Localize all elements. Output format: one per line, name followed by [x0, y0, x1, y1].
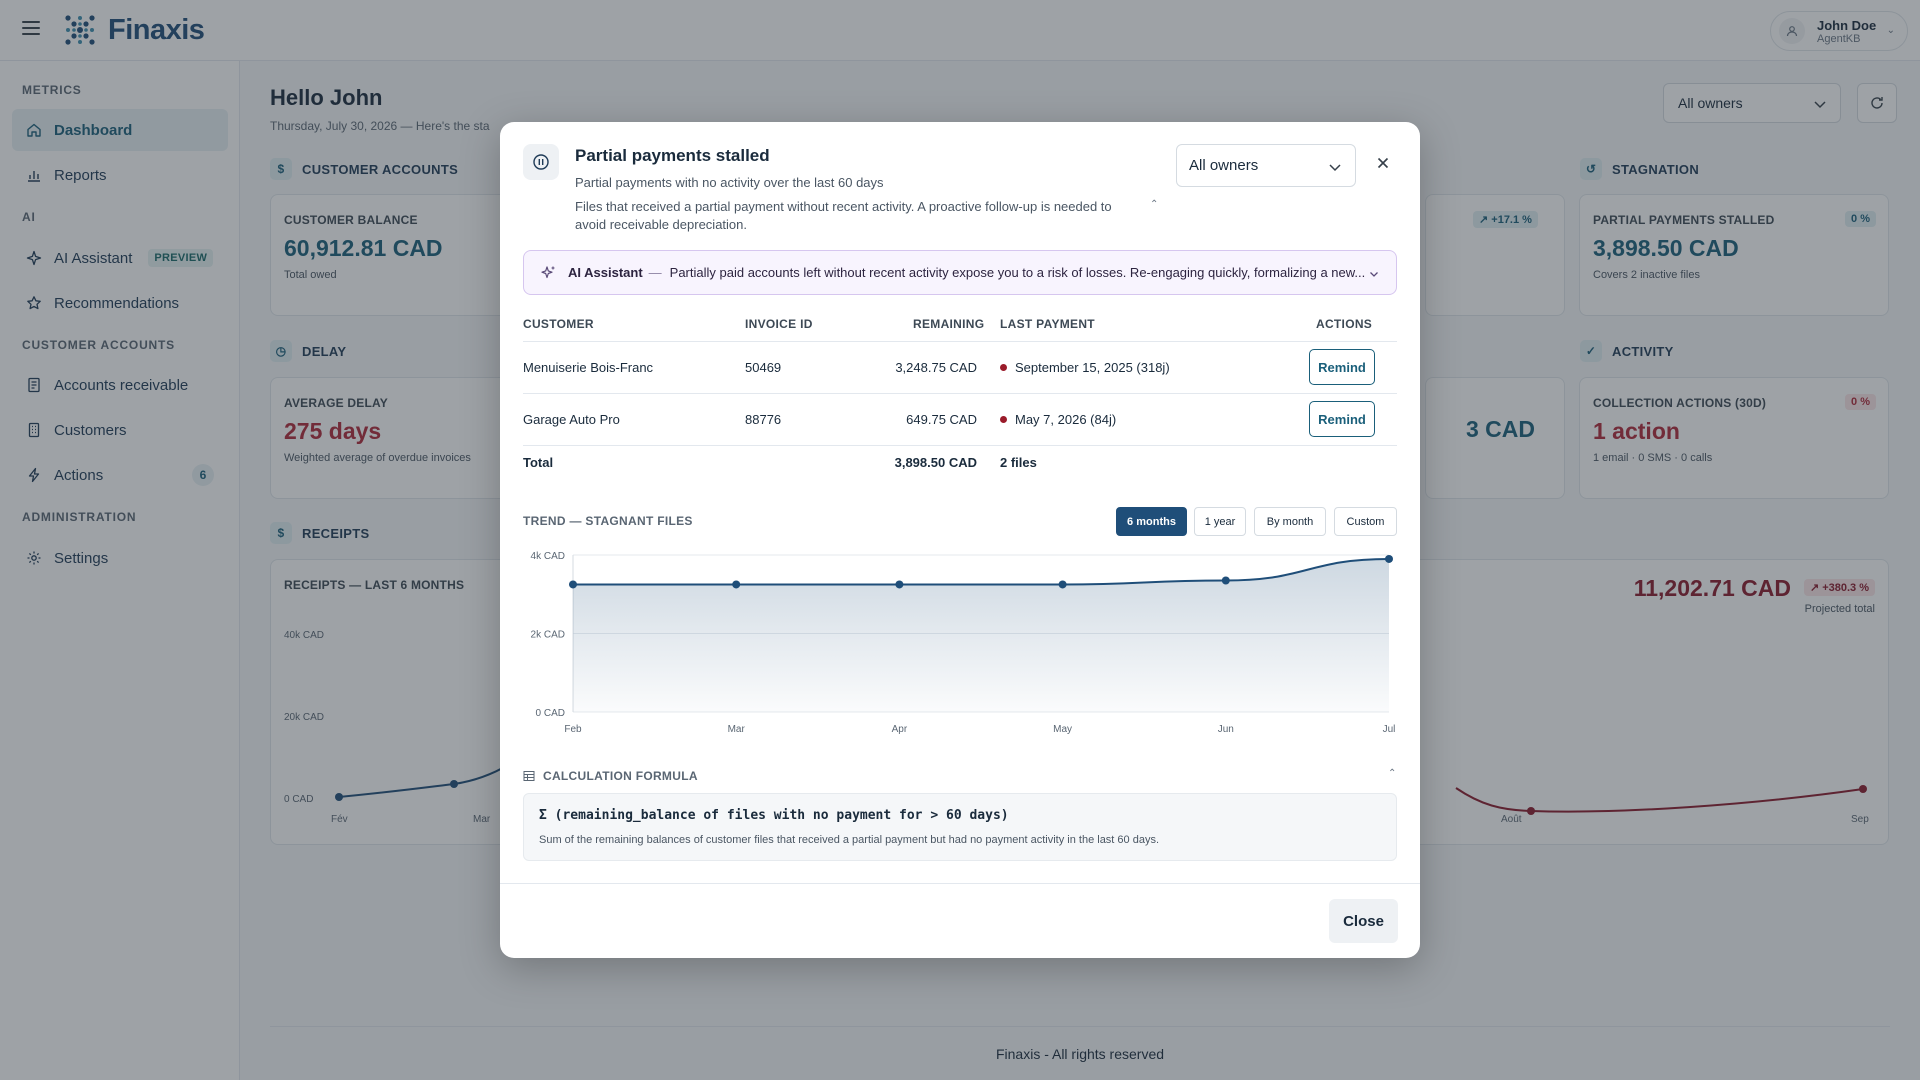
range-custom-button[interactable]: Custom — [1334, 507, 1397, 536]
cell-customer: Garage Auto Pro — [523, 412, 620, 427]
trend-point — [569, 580, 577, 589]
owner-filter-value: All owners — [1189, 157, 1259, 174]
sparkle-icon — [541, 265, 555, 278]
ai-assistant-banner[interactable]: AI Assistant — Partially paid accounts l… — [523, 250, 1397, 295]
divider — [523, 393, 1397, 394]
ai-separator: — — [648, 265, 662, 280]
column-header: REMAINING — [913, 317, 985, 331]
trend-point — [1385, 554, 1393, 563]
column-header: CUSTOMER — [523, 317, 594, 331]
column-header: ACTIONS — [1316, 317, 1373, 331]
modal-owner-filter-select[interactable]: All owners — [1176, 144, 1356, 187]
collapse-description-icon[interactable]: ⌃ — [1150, 199, 1158, 210]
remind-button[interactable]: Remind — [1309, 401, 1375, 437]
x-tick-label: Jul — [1383, 724, 1396, 735]
cell-invoice: 88776 — [745, 412, 782, 427]
trend-point — [1058, 580, 1067, 589]
trend-chart: 4k CAD 2k CAD 0 CAD Feb Mar Apr May Jun Jul — [523, 547, 1397, 737]
x-tick-label: Apr — [892, 724, 908, 735]
trend-area — [573, 558, 1389, 712]
close-icon[interactable] — [1375, 155, 1391, 171]
range-6-months-button[interactable]: 6 months — [1116, 507, 1187, 536]
y-tick-label: 4k CAD — [531, 551, 565, 562]
cell-invoice: 50469 — [745, 360, 782, 375]
divider — [523, 341, 1397, 342]
total-value: 3,898.50 CAD — [894, 455, 977, 470]
trend-chart-svg: 4k CAD 2k CAD 0 CAD Feb Mar Apr May Jun Jul — [531, 551, 1396, 735]
column-header: LAST PAYMENT — [1000, 317, 1095, 331]
formula-header[interactable]: CALCULATION FORMULA — [523, 769, 698, 783]
chevron-down-icon — [1370, 272, 1378, 277]
x-tick-label: Feb — [564, 724, 582, 735]
status-dot — [1000, 364, 1007, 372]
formula-title: CALCULATION FORMULA — [543, 769, 698, 783]
table-icon — [523, 771, 535, 781]
pause-circle-icon — [523, 144, 559, 180]
cell-customer: Menuiserie Bois-Franc — [523, 360, 654, 375]
modal-title: Partial payments stalled — [575, 146, 770, 165]
close-button[interactable]: Close — [1329, 899, 1398, 943]
trend-point — [895, 580, 904, 589]
formula-description: Sum of the remaining balances of custome… — [539, 834, 1160, 846]
x-tick-label: Jun — [1218, 724, 1234, 735]
remind-button[interactable]: Remind — [1309, 349, 1375, 385]
cell-last-payment: September 15, 2025 (318j) — [1000, 360, 1170, 375]
modal-footer-divider — [500, 883, 1420, 884]
trend-title: TREND — STAGNANT FILES — [523, 514, 693, 528]
last-payment-text: May 7, 2026 (84j) — [1015, 412, 1117, 427]
x-tick-label: May — [1053, 724, 1072, 735]
cell-last-payment: May 7, 2026 (84j) — [1000, 412, 1116, 427]
collapse-formula-icon[interactable]: ⌃ — [1388, 768, 1396, 779]
trend-point — [732, 580, 741, 589]
formula-box: Σ (remaining_balance of files with no pa… — [523, 793, 1397, 861]
ai-message: Partially paid accounts left without rec… — [669, 265, 1366, 280]
cell-remaining: 3,248.75 CAD — [895, 360, 977, 375]
modal-description: Files that received a partial payment wi… — [575, 199, 1112, 232]
y-tick-label: 0 CAD — [536, 708, 565, 719]
cell-remaining: 649.75 CAD — [906, 412, 977, 427]
app-root: Finaxis John Doe AgentKB ⌄ METRICS Dashb… — [0, 0, 1920, 1080]
total-files: 2 files — [1000, 455, 1037, 470]
range-1-year-button[interactable]: 1 year — [1194, 507, 1246, 536]
modal-partial-payments-stalled: Partial payments stalled Partial payment… — [500, 122, 1420, 958]
status-dot — [1000, 416, 1007, 424]
range-by-month-button[interactable]: By month — [1254, 507, 1326, 536]
modal-subtitle: Partial payments with no activity over t… — [575, 175, 884, 190]
y-tick-label: 2k CAD — [531, 630, 565, 641]
trend-point — [1221, 576, 1230, 585]
ai-label: AI Assistant — [568, 265, 643, 280]
divider — [523, 445, 1397, 446]
x-tick-label: Mar — [728, 724, 746, 735]
column-header: INVOICE ID — [745, 317, 813, 331]
chevron-down-icon — [1329, 164, 1341, 172]
formula-code: Σ (remaining_balance of files with no pa… — [539, 808, 1009, 823]
total-label: Total — [523, 455, 554, 470]
last-payment-text: September 15, 2025 (318j) — [1015, 360, 1170, 375]
